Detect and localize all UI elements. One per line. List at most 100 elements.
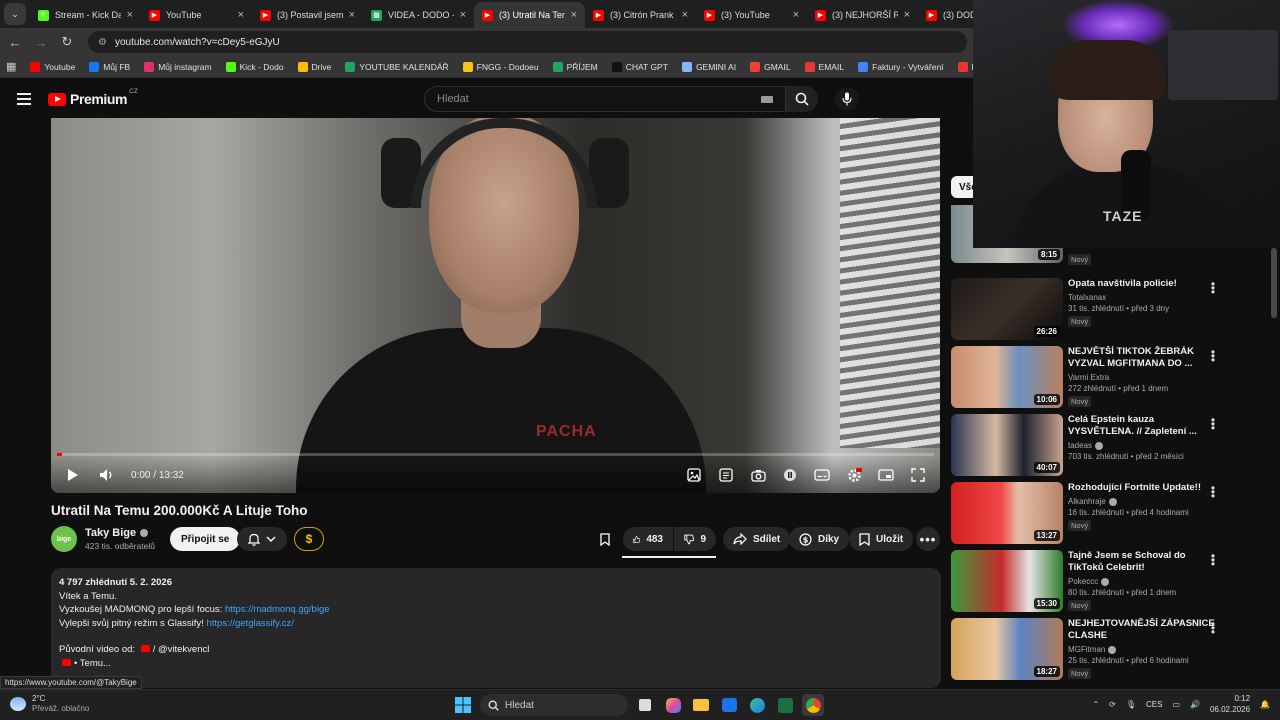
thanks-button[interactable]: $ Díky: [789, 527, 850, 551]
volume-tray-icon[interactable]: 🔊: [1190, 700, 1200, 709]
close-icon[interactable]: ×: [238, 9, 244, 21]
sync-icon[interactable]: ⟳: [1109, 700, 1116, 709]
join-button[interactable]: Připojit se: [170, 527, 241, 551]
youtube-premium-logo[interactable]: Premium CZ: [48, 88, 140, 107]
bookmark-item[interactable]: Youtube: [30, 61, 75, 72]
video-player[interactable]: PACHA 0:00 / 13:32: [51, 118, 940, 493]
browser-tab[interactable]: ▶(3) DODO F×: [918, 2, 973, 28]
save-button[interactable]: Uložit: [849, 527, 914, 551]
bookmark-item[interactable]: Můj FB: [89, 61, 130, 72]
language-indicator[interactable]: CES: [1146, 700, 1162, 709]
excel-icon[interactable]: [774, 694, 796, 716]
browser-tab[interactable]: ▶ YouTube ×: [141, 2, 252, 28]
related-video[interactable]: 18:27 NEJHEJTOVANĚJŠÍ ZÁPASNICE CLASHE MGF…: [951, 618, 1271, 682]
bookmark-item[interactable]: GEMINI AI: [681, 61, 736, 72]
madmonq-link[interactable]: https://madmonq.gg/bige: [225, 604, 330, 615]
browser-tab[interactable]: ▶ (3) NEJHORŠÍ REA ×: [807, 2, 918, 28]
url-field[interactable]: ⚙ youtube.com/watch?v=cDey5-eGJyU: [88, 31, 967, 53]
play-button[interactable]: [63, 465, 83, 485]
bookmark-item[interactable]: YOUTUBE KALENDÁŘ: [345, 61, 449, 72]
browser-tab[interactable]: ▶ (3) Utratil Na Tem ×: [474, 2, 585, 28]
voice-search-button[interactable]: [835, 87, 859, 111]
bookmark-item[interactable]: PNG to PDF: [957, 61, 973, 72]
more-vertical-icon[interactable]: • • •: [1210, 482, 1216, 502]
subtitles-button[interactable]: [812, 465, 832, 485]
browser-tab[interactable]: ▦ VIDEA - DODO - ×: [363, 2, 474, 28]
site-info-icon[interactable]: ⚙: [98, 37, 107, 48]
notifications-button[interactable]: [237, 527, 287, 551]
weather-widget[interactable]: 2°C Převáž. oblačno: [10, 694, 89, 714]
related-video[interactable]: 26:26 Opata navštívila policie! Totalxanax…: [951, 278, 1271, 342]
channel-name-row[interactable]: Taky Bige: [85, 527, 149, 539]
close-icon[interactable]: ×: [682, 9, 688, 21]
volume-button[interactable]: [97, 465, 117, 485]
more-actions-button[interactable]: •••: [916, 527, 940, 551]
close-icon[interactable]: ×: [793, 9, 799, 21]
more-vertical-icon[interactable]: • • •: [1210, 346, 1216, 366]
fullscreen-button[interactable]: [908, 465, 928, 485]
dislike-button[interactable]: 9: [674, 527, 716, 551]
browser-tab[interactable]: ▶ (3) Citrón Prank N ×: [585, 2, 696, 28]
super-thanks-dollar-button[interactable]: $: [294, 527, 324, 551]
browser-tab[interactable]: K Stream - Kick Da ×: [30, 2, 141, 28]
more-vertical-icon[interactable]: • • •: [1210, 278, 1216, 298]
description-more[interactable]: • Temu...: [74, 658, 111, 669]
close-icon[interactable]: ×: [127, 9, 133, 21]
taskbar-search[interactable]: Hledat: [480, 694, 628, 716]
save-to-watch-later-button[interactable]: [593, 527, 617, 551]
autoplay-toggle[interactable]: [780, 465, 800, 485]
keyboard-icon[interactable]: [761, 96, 773, 103]
search-button[interactable]: [786, 86, 818, 112]
notifications-tray-icon[interactable]: 🔔: [1260, 700, 1270, 709]
related-video[interactable]: 13:27 Rozhodující Fortnite Update!! Alkanh…: [951, 482, 1271, 546]
related-video[interactable]: 10:06 NEJVĚTŠÍ TIKTOK ŽEBRÁK VYZVAL MGFIT…: [951, 346, 1271, 410]
bookmark-item[interactable]: CHAT GPT: [611, 61, 668, 72]
bookmark-item[interactable]: EMAIL: [804, 61, 844, 72]
bookmark-item[interactable]: Drive: [297, 61, 331, 72]
bookmark-item[interactable]: Faktury - Vytváření: [858, 61, 944, 72]
mic-tray-icon[interactable]: 🎙: [1126, 700, 1136, 709]
progress-bar[interactable]: [57, 453, 934, 456]
chrome-icon[interactable]: [802, 694, 824, 716]
outlook-icon[interactable]: [718, 694, 740, 716]
close-icon[interactable]: ×: [571, 9, 577, 21]
settings-button[interactable]: [844, 465, 864, 485]
glassify-link[interactable]: https://getglassify.cz/: [206, 618, 293, 629]
network-icon[interactable]: ▭: [1172, 700, 1180, 709]
original-creator-link[interactable]: / @vitekvencl: [153, 644, 210, 655]
bookmark-item[interactable]: Můj instagram: [144, 61, 212, 72]
task-view-icon[interactable]: [634, 694, 656, 716]
bookmark-item[interactable]: Kick - Dodo: [225, 61, 284, 72]
like-button[interactable]: 483: [623, 527, 673, 551]
close-icon[interactable]: ×: [460, 9, 466, 21]
close-icon[interactable]: ×: [904, 9, 910, 21]
copilot-icon[interactable]: [662, 694, 684, 716]
related-video[interactable]: 15:30 Tajně Jsem se Schoval do TikToků Ce…: [951, 550, 1271, 614]
windows-start-icon[interactable]: [452, 694, 474, 716]
thumbnail-button[interactable]: [684, 465, 704, 485]
browser-tab[interactable]: ▶ (3) YouTube ×: [696, 2, 807, 28]
reload-icon[interactable]: ↻: [58, 33, 76, 51]
edge-icon[interactable]: [746, 694, 768, 716]
clock[interactable]: 0:12 06.02.2026: [1210, 693, 1250, 715]
more-vertical-icon[interactable]: • • •: [1210, 550, 1216, 570]
tab-search-button[interactable]: ⌄: [4, 3, 26, 25]
forward-icon[interactable]: →: [32, 33, 50, 51]
sidebar-scrollbar[interactable]: [1271, 248, 1277, 318]
menu-icon[interactable]: [17, 93, 31, 108]
related-video[interactable]: 40:07 Celá Epstein kauza VYSVĚTLENA. // Z…: [951, 414, 1271, 478]
more-vertical-icon[interactable]: • • •: [1210, 414, 1216, 434]
browser-tab[interactable]: ▶ (3) Postavil jsem ×: [252, 2, 363, 28]
search-input[interactable]: Hledat: [424, 86, 786, 112]
miniplayer-button[interactable]: [876, 465, 896, 485]
close-icon[interactable]: ×: [349, 9, 355, 21]
bookmark-item[interactable]: PŘÍJEM: [552, 61, 598, 72]
bookmark-item[interactable]: FNGG - Dodoeu: [462, 61, 539, 72]
file-explorer-icon[interactable]: [690, 694, 712, 716]
screenshot-button[interactable]: [748, 465, 768, 485]
bookmark-item[interactable]: GMAIL: [750, 61, 791, 72]
description-box[interactable]: 4 797 zhlédnutí 5. 2. 2026 Vítek a Temu.…: [51, 568, 941, 688]
share-button[interactable]: Sdílet: [723, 527, 791, 551]
back-icon[interactable]: ←: [6, 33, 24, 51]
channel-avatar[interactable]: bige: [51, 526, 77, 552]
